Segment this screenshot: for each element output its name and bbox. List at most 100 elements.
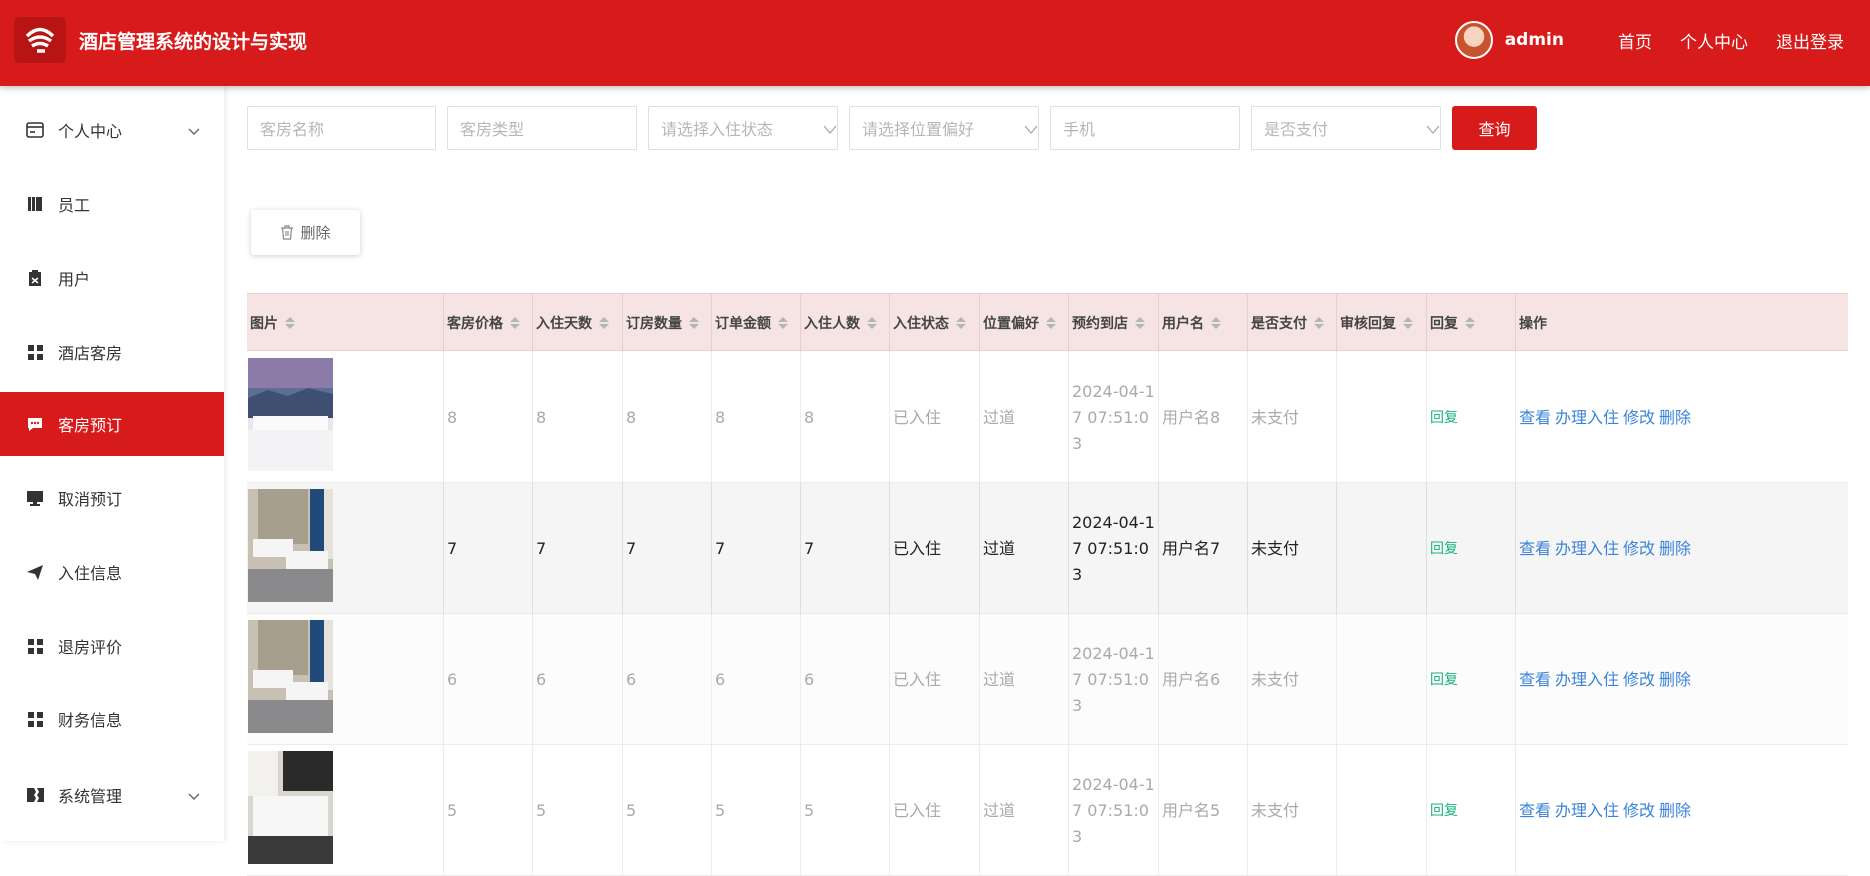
room-type-input[interactable]: 客房类型 xyxy=(447,106,637,150)
edit-link[interactable]: 修改 xyxy=(1623,539,1655,558)
delete-link[interactable]: 删除 xyxy=(1659,670,1691,689)
sidebar-item-cancel-booking[interactable]: 取消预订 xyxy=(0,466,224,530)
price-cell: 6 xyxy=(444,614,533,745)
date-cell: 2024-04-17 07:51:03 xyxy=(1069,745,1159,876)
grid-icon xyxy=(26,637,44,655)
price-cell: 5 xyxy=(444,745,533,876)
sidebar-item-checkin-info[interactable]: 入住信息 xyxy=(0,540,224,604)
col-amount[interactable]: 订单金额 xyxy=(712,294,801,352)
review-cell xyxy=(1337,614,1427,745)
status-cell: 已入住 xyxy=(890,745,980,876)
checkin-link[interactable]: 办理入住 xyxy=(1555,670,1619,689)
count-cell: 7 xyxy=(623,483,712,614)
col-reply[interactable]: 回复 xyxy=(1427,294,1516,352)
col-arrival[interactable]: 预约到店 xyxy=(1069,294,1159,352)
sidebar-item-label: 财务信息 xyxy=(58,711,123,730)
delete-link[interactable]: 删除 xyxy=(1659,408,1691,427)
delete-button[interactable]: 删除 xyxy=(251,210,360,255)
col-image[interactable]: 图片 xyxy=(247,294,444,352)
room-name-placeholder: 客房名称 xyxy=(260,120,325,139)
edit-link[interactable]: 修改 xyxy=(1623,408,1655,427)
position-pref-placeholder: 请选择位置偏好 xyxy=(862,120,975,139)
phone-placeholder: 手机 xyxy=(1063,120,1096,139)
col-review[interactable]: 审核回复 xyxy=(1337,294,1427,352)
sidebar-item-label: 入住信息 xyxy=(58,564,123,583)
col-paid[interactable]: 是否支付 xyxy=(1248,294,1337,352)
phone-input[interactable]: 手机 xyxy=(1050,106,1240,150)
home-link[interactable]: 首页 xyxy=(1618,28,1652,53)
logout-link[interactable]: 退出登录 xyxy=(1776,28,1844,53)
room-image xyxy=(247,352,444,483)
id-card-icon xyxy=(26,121,44,139)
checkin-status-select[interactable]: 请选择入住状态 xyxy=(648,106,838,150)
col-room-count[interactable]: 订房数量 xyxy=(623,294,712,352)
sidebar-item-checkout-review[interactable]: 退房评价 xyxy=(0,614,224,678)
days-cell: 8 xyxy=(533,352,623,483)
position-pref-select[interactable]: 请选择位置偏好 xyxy=(849,106,1039,150)
checkin-status-placeholder: 请选择入住状态 xyxy=(661,120,774,139)
count-cell: 5 xyxy=(623,745,712,876)
view-link[interactable]: 查看 xyxy=(1519,670,1551,689)
search-button[interactable]: 查询 xyxy=(1452,106,1537,150)
reply-cell: 回复 xyxy=(1427,483,1516,614)
pref-cell: 过道 xyxy=(980,352,1069,483)
checkin-link[interactable]: 办理入住 xyxy=(1555,801,1619,820)
chevron-down-icon xyxy=(188,121,200,140)
col-people[interactable]: 入住人数 xyxy=(801,294,890,352)
sidebar-item-label: 取消预订 xyxy=(58,490,123,509)
checkin-link[interactable]: 办理入住 xyxy=(1555,539,1619,558)
chevron-down-icon xyxy=(823,119,837,143)
reply-link[interactable]: 回复 xyxy=(1430,536,1458,562)
count-cell: 8 xyxy=(623,352,712,483)
sidebar-item-users[interactable]: 用户 xyxy=(0,246,224,310)
people-cell: 7 xyxy=(801,483,890,614)
sidebar-item-staff[interactable]: 员工 xyxy=(0,172,224,236)
sidebar-item-room-booking[interactable]: 客房预订 xyxy=(0,392,224,456)
sidebar: 个人中心 员工 用户 酒店客房 客房预订 取消预订 入住信息 退房评价 财务信息… xyxy=(0,86,224,841)
view-link[interactable]: 查看 xyxy=(1519,408,1551,427)
sidebar-item-hotel-rooms[interactable]: 酒店客房 xyxy=(0,320,224,384)
user-cell: 用户名8 xyxy=(1159,352,1248,483)
col-username[interactable]: 用户名 xyxy=(1159,294,1248,352)
pref-cell: 过道 xyxy=(980,483,1069,614)
review-cell xyxy=(1337,352,1427,483)
people-cell: 8 xyxy=(801,352,890,483)
delete-link[interactable]: 删除 xyxy=(1659,539,1691,558)
sidebar-item-system[interactable]: 系统管理 xyxy=(0,763,224,827)
chevron-down-icon xyxy=(188,786,200,805)
sidebar-item-label: 退房评价 xyxy=(58,638,123,657)
top-header: 酒店管理系统的设计与实现 admin 首页 个人中心 退出登录 xyxy=(0,0,1870,86)
actions-cell: 查看 办理入住 修改 删除 xyxy=(1516,614,1848,745)
grid-icon xyxy=(26,343,44,361)
delete-link[interactable]: 删除 xyxy=(1659,801,1691,820)
sidebar-item-finance[interactable]: 财务信息 xyxy=(0,687,224,751)
logo-icon xyxy=(14,17,66,63)
reply-link[interactable]: 回复 xyxy=(1430,405,1458,431)
view-link[interactable]: 查看 xyxy=(1519,801,1551,820)
col-position[interactable]: 位置偏好 xyxy=(980,294,1069,352)
checkin-link[interactable]: 办理入住 xyxy=(1555,408,1619,427)
view-link[interactable]: 查看 xyxy=(1519,539,1551,558)
col-days[interactable]: 入住天数 xyxy=(533,294,623,352)
profile-link[interactable]: 个人中心 xyxy=(1680,28,1748,53)
reply-link[interactable]: 回复 xyxy=(1430,798,1458,824)
room-image xyxy=(247,483,444,614)
app-title: 酒店管理系统的设计与实现 xyxy=(79,31,308,53)
book-icon xyxy=(26,195,44,213)
table-row: 7 7 7 7 7 已入住 过道 2024-04-17 07:51:03 用户名… xyxy=(247,483,1848,614)
edit-link[interactable]: 修改 xyxy=(1623,670,1655,689)
pref-cell: 过道 xyxy=(980,614,1069,745)
col-price[interactable]: 客房价格 xyxy=(444,294,533,352)
col-status[interactable]: 入住状态 xyxy=(890,294,980,352)
room-name-input[interactable]: 客房名称 xyxy=(247,106,436,150)
sidebar-item-label: 用户 xyxy=(58,270,91,289)
reply-link[interactable]: 回复 xyxy=(1430,667,1458,693)
avatar[interactable] xyxy=(1454,21,1493,59)
table-row: 8 8 8 8 8 已入住 过道 2024-04-17 07:51:03 用户名… xyxy=(247,352,1848,483)
is-paid-placeholder: 是否支付 xyxy=(1264,120,1329,139)
is-paid-select[interactable]: 是否支付 xyxy=(1251,106,1441,150)
sidebar-item-profile[interactable]: 个人中心 xyxy=(0,98,224,162)
edit-link[interactable]: 修改 xyxy=(1623,801,1655,820)
room-image xyxy=(247,614,444,745)
user-cell: 用户名7 xyxy=(1159,483,1248,614)
